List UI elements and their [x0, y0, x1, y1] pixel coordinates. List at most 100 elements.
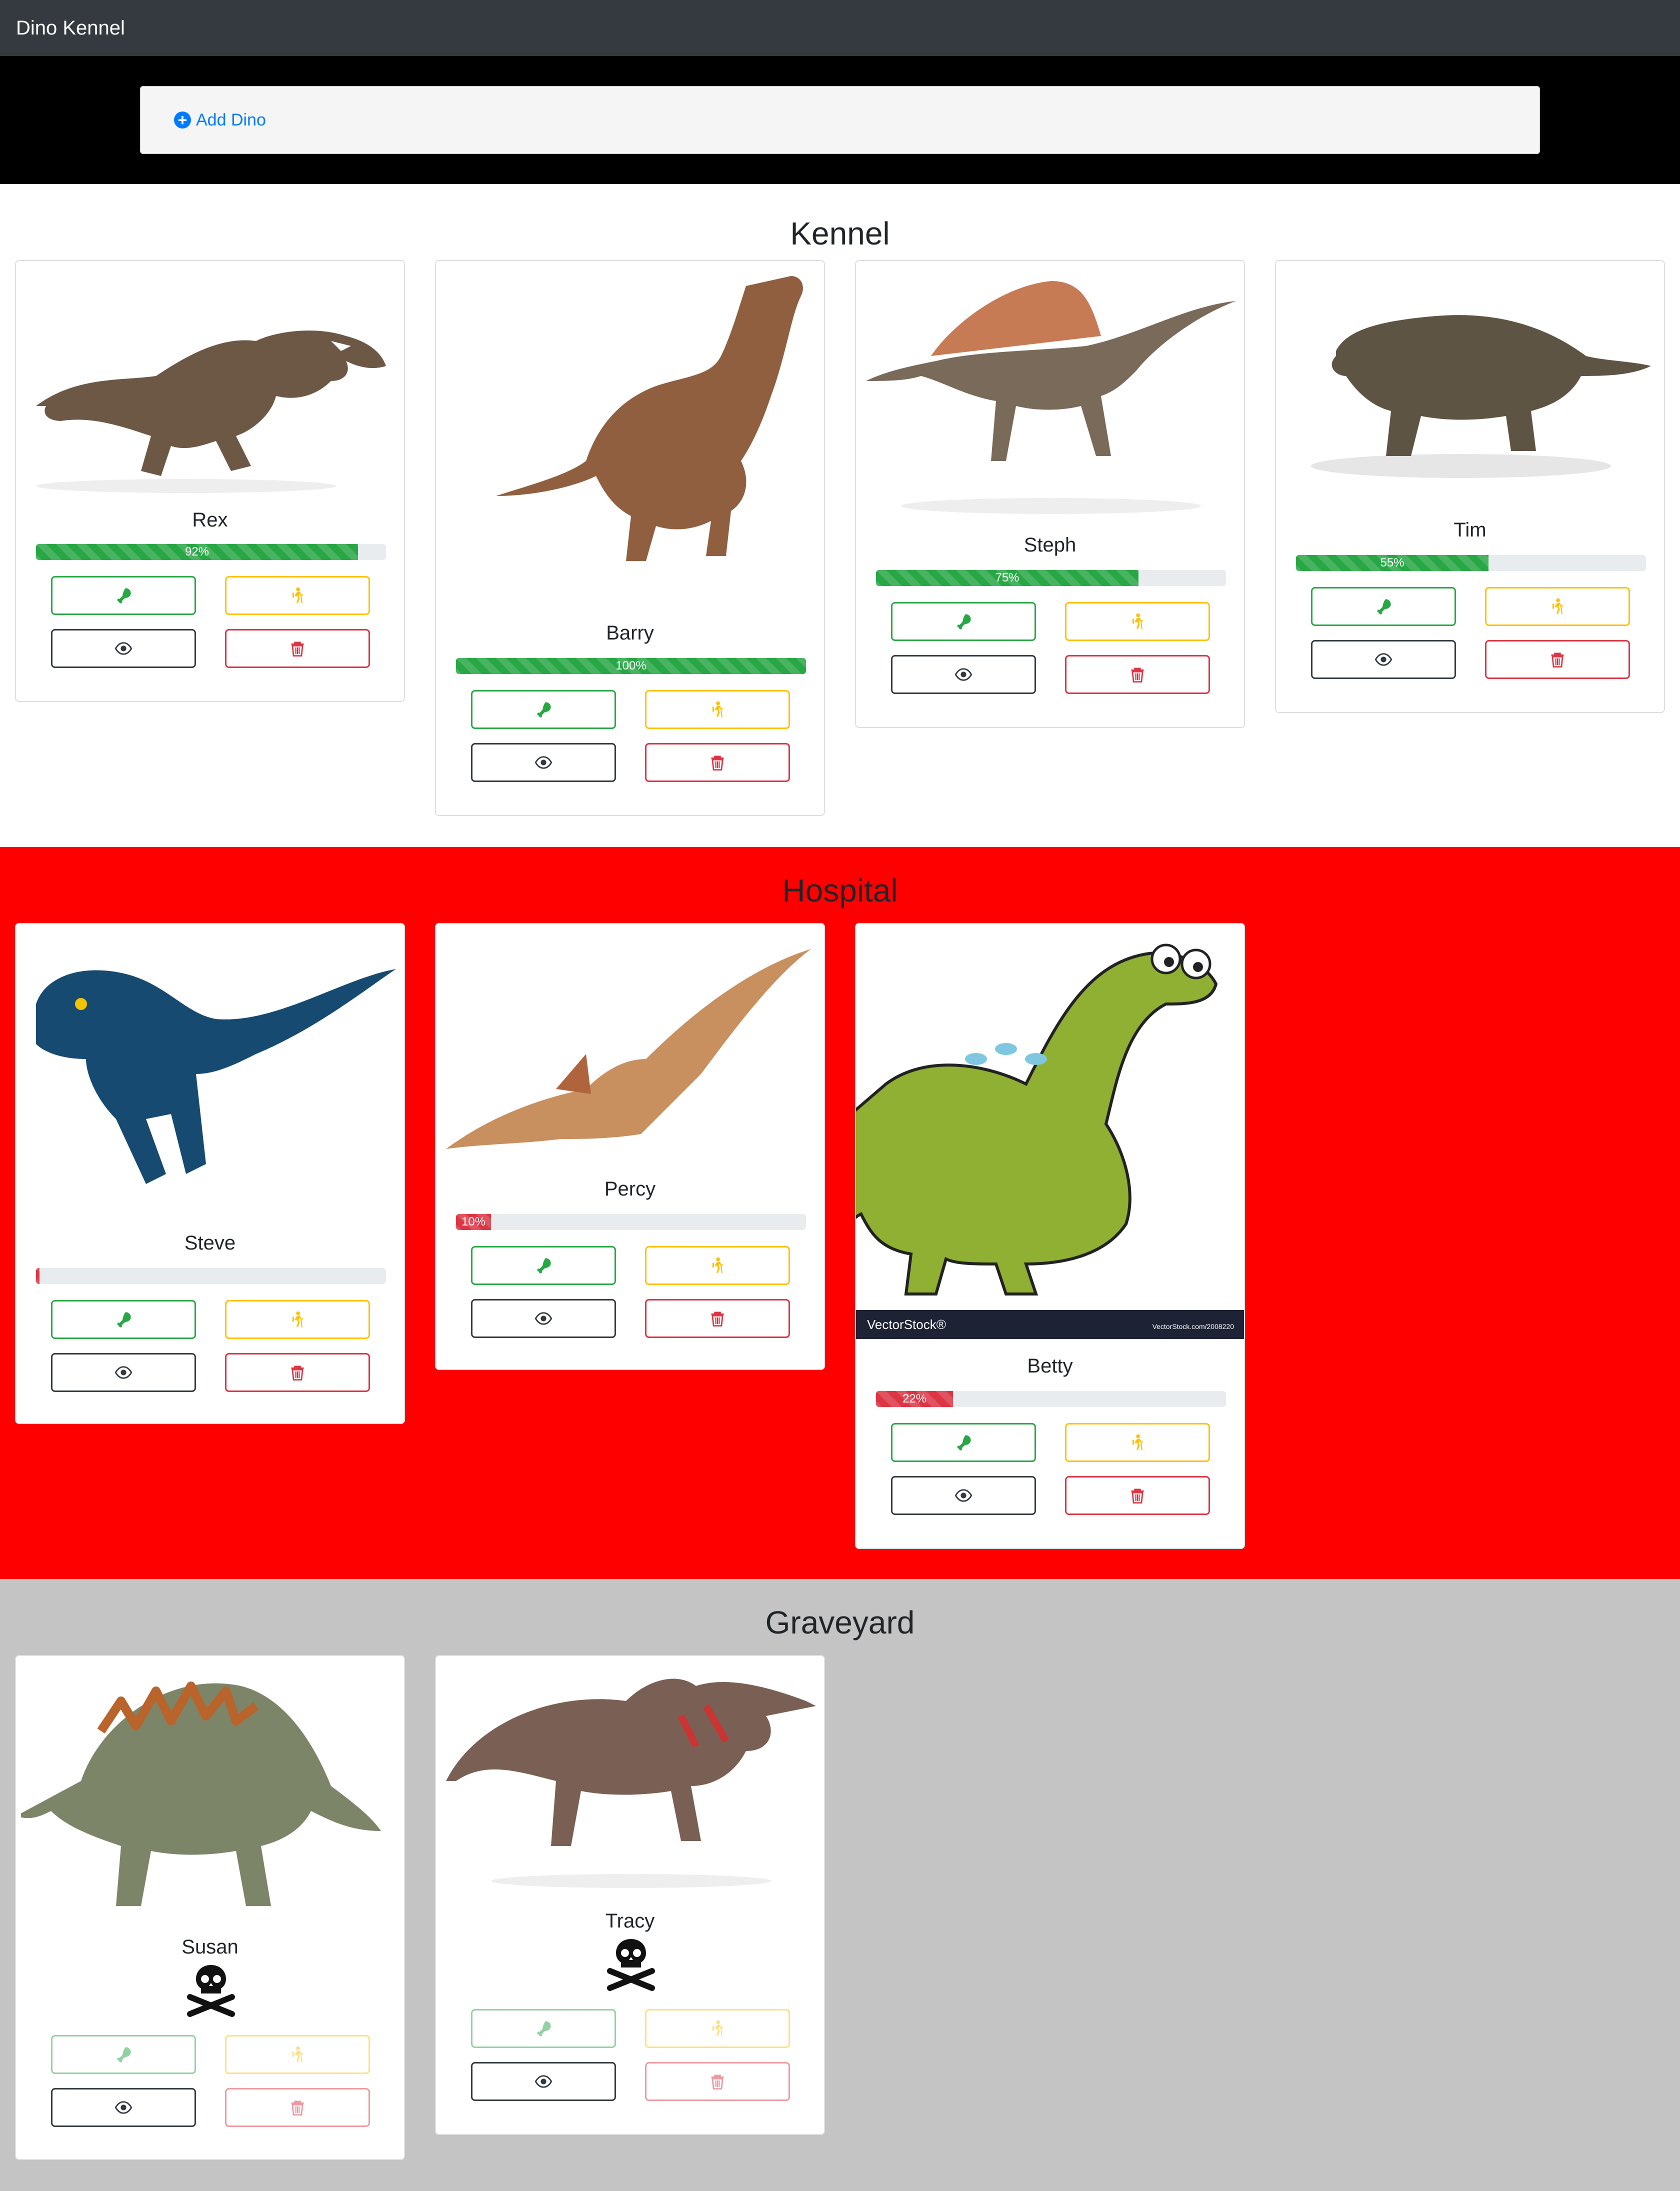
feed-button[interactable]	[471, 2009, 616, 2048]
delete-button[interactable]	[225, 1353, 370, 1392]
dino-name: Rex	[192, 509, 228, 531]
view-button[interactable]	[471, 1299, 616, 1338]
dino-card-steve: Steve	[15, 923, 405, 1424]
section-title: Graveyard	[765, 1604, 915, 1640]
dino-image	[446, 1678, 816, 1888]
delete-button[interactable]	[1485, 640, 1630, 679]
health-bar: 22%	[876, 1391, 1226, 1407]
delete-button[interactable]	[225, 629, 370, 668]
view-button[interactable]	[891, 1476, 1036, 1515]
walk-button[interactable]	[645, 2009, 790, 2048]
health-bar: 10%	[456, 1214, 806, 1230]
walk-button[interactable]	[1065, 1423, 1210, 1462]
walk-button[interactable]	[645, 1246, 790, 1285]
section-title: Hospital	[782, 872, 898, 908]
hiking-icon	[288, 586, 306, 604]
health-bar-fill: 100%	[456, 658, 806, 674]
view-button[interactable]	[51, 2088, 196, 2127]
eye-icon	[114, 1364, 132, 1382]
eye-icon	[114, 2098, 132, 2116]
skull-crossbones-icon	[186, 1963, 236, 2018]
feed-button[interactable]	[51, 2035, 196, 2074]
toolbar: + Add Dino	[140, 86, 1540, 154]
dino-name: Tim	[1454, 519, 1486, 541]
walk-button[interactable]	[645, 690, 790, 729]
feed-button[interactable]	[471, 690, 616, 729]
eye-icon	[114, 640, 132, 658]
kennel-section: Kennel Rex 92% Barry 100% Steph 75% Tim …	[0, 184, 1680, 847]
health-bar-fill: 55%	[1296, 555, 1488, 571]
walk-button[interactable]	[225, 576, 370, 615]
view-button[interactable]	[471, 743, 616, 782]
walk-button[interactable]	[1485, 587, 1630, 626]
drumstick-icon	[114, 2046, 132, 2064]
drumstick-icon	[954, 612, 972, 630]
dino-image: VectorStock® VectorStock.com/2008220	[856, 924, 1244, 1339]
health-bar: 92%	[36, 544, 386, 560]
health-bar-fill: 92%	[36, 544, 358, 560]
delete-button[interactable]	[1065, 1476, 1210, 1515]
eye-icon	[534, 1310, 552, 1328]
dino-card-steph: Steph 75%	[855, 260, 1245, 728]
walk-button[interactable]	[1065, 602, 1210, 641]
view-button[interactable]	[51, 1353, 196, 1392]
watermark-url: VectorStock.com/2008220	[1152, 1322, 1234, 1330]
dino-image	[36, 969, 396, 1184]
eye-icon	[534, 2072, 552, 2090]
add-dino-button[interactable]: + Add Dino	[174, 110, 266, 130]
dino-card-percy: Percy 10%	[435, 923, 825, 1370]
eye-icon	[534, 754, 552, 772]
view-button[interactable]	[51, 629, 196, 668]
feed-button[interactable]	[471, 1246, 616, 1285]
feed-button[interactable]	[1311, 587, 1456, 626]
section-title: Kennel	[790, 216, 890, 252]
dino-name: Barry	[606, 622, 654, 644]
feed-button[interactable]	[891, 1423, 1036, 1462]
hiking-icon	[708, 2020, 726, 2038]
view-button[interactable]	[1311, 640, 1456, 679]
health-bar-fill: 10%	[456, 1214, 491, 1230]
trash-icon	[708, 2072, 726, 2090]
eye-icon	[1374, 650, 1392, 668]
dino-image	[36, 330, 386, 493]
add-dino-label: Add Dino	[196, 110, 266, 130]
delete-button[interactable]	[645, 743, 790, 782]
drumstick-icon	[534, 700, 552, 718]
hiking-icon	[1128, 1434, 1146, 1452]
dino-image	[496, 276, 803, 561]
delete-button[interactable]	[225, 2088, 370, 2127]
health-bar-fill: 75%	[876, 570, 1138, 586]
trash-icon	[288, 1364, 306, 1382]
walk-button[interactable]	[225, 1300, 370, 1339]
view-button[interactable]	[471, 2062, 616, 2101]
delete-button[interactable]	[1065, 655, 1210, 694]
dino-name: Steve	[184, 1232, 236, 1254]
dino-card-susan: Susan	[15, 1655, 405, 2160]
dino-card-barry: Barry 100%	[435, 260, 825, 816]
walk-button[interactable]	[225, 2035, 370, 2074]
delete-button[interactable]	[645, 1299, 790, 1338]
skull-crossbones-icon	[606, 1937, 656, 1992]
drumstick-icon	[954, 1434, 972, 1452]
dino-card-rex: Rex 92%	[15, 260, 405, 702]
delete-button[interactable]	[645, 2062, 790, 2101]
health-bar: 55%	[1296, 555, 1646, 571]
feed-button[interactable]	[891, 602, 1036, 641]
trash-icon	[288, 640, 306, 658]
drumstick-icon	[1374, 598, 1392, 616]
dino-image	[446, 949, 811, 1149]
plus-circle-icon: +	[174, 112, 191, 128]
dino-card-betty: VectorStock® VectorStock.com/2008220 Bet…	[855, 923, 1245, 1549]
hiking-icon	[1548, 598, 1566, 616]
navbar-brand[interactable]: Dino Kennel	[16, 17, 125, 40]
watermark-brand: VectorStock®	[867, 1317, 946, 1332]
dino-name: Steph	[1024, 534, 1076, 556]
trash-icon	[288, 2098, 306, 2116]
health-bar-fill: 22%	[876, 1391, 953, 1407]
feed-button[interactable]	[51, 576, 196, 615]
dino-name: Betty	[1027, 1355, 1073, 1377]
view-button[interactable]	[891, 655, 1036, 694]
eye-icon	[954, 1486, 972, 1504]
trash-icon	[1128, 666, 1146, 684]
feed-button[interactable]	[51, 1300, 196, 1339]
